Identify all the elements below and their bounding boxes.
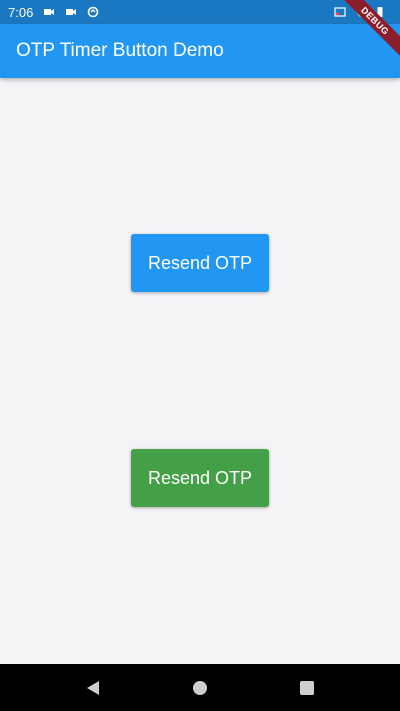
status-bar: 7:06 [0, 0, 400, 24]
recents-icon [299, 680, 314, 695]
recents-button[interactable] [287, 668, 327, 708]
navigation-bar [0, 664, 400, 711]
sync-icon [88, 6, 99, 18]
back-icon [87, 680, 100, 695]
status-time: 7:06 [8, 4, 34, 20]
home-icon [192, 680, 207, 695]
app-bar: OTP Timer Button Demo [0, 24, 400, 78]
back-button[interactable] [73, 668, 113, 708]
video-camera-icon [44, 9, 55, 15]
page-title: OTP Timer Button Demo [16, 40, 224, 61]
resend-otp-button-green[interactable]: Resend OTP [131, 449, 269, 507]
main-content: Resend OTP Resend OTP [0, 78, 400, 664]
home-button[interactable] [180, 668, 220, 708]
resend-otp-button-blue[interactable]: Resend OTP [131, 234, 269, 292]
cast-icon [334, 7, 346, 17]
video-camera-icon [66, 9, 77, 15]
